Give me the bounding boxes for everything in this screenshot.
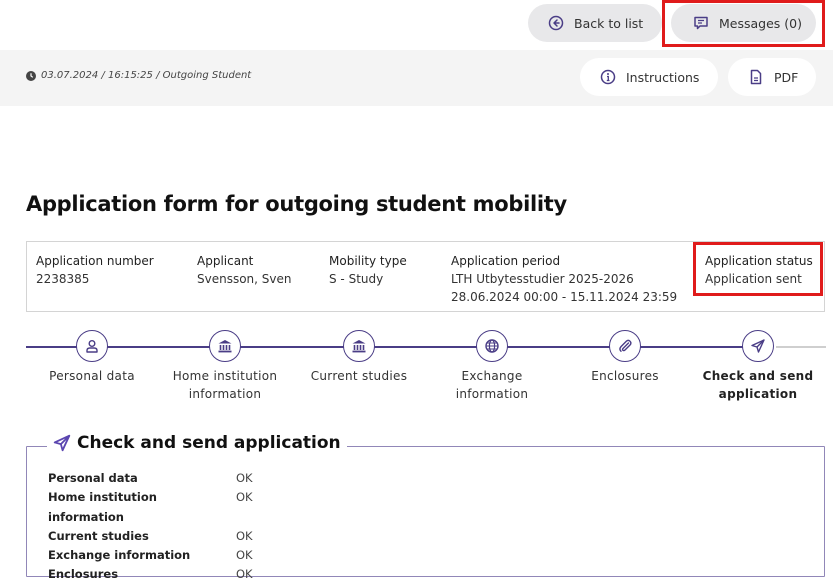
info-icon (600, 69, 616, 85)
step-home-institution[interactable]: Home institution information (155, 330, 295, 403)
summary-status: OK (236, 528, 253, 543)
paperclip-icon (609, 330, 641, 362)
applicant-value: Svensson, Sven (197, 272, 292, 286)
back-to-list-label: Back to list (574, 15, 644, 31)
globe-icon (476, 330, 508, 362)
step-label: Enclosures (591, 369, 659, 383)
messages-button[interactable]: Messages (0) (671, 4, 816, 42)
send-icon (53, 434, 71, 452)
document-icon (748, 69, 764, 85)
summary-row: Exchange information OK (48, 546, 253, 565)
application-meta: 03.07.2024 / 16:15:25 / Outgoing Student (26, 70, 251, 81)
application-status-value: Application sent (705, 272, 802, 286)
applicant-field: Applicant Svensson, Sven (197, 252, 292, 288)
messages-label: Messages (0) (719, 15, 802, 31)
institution-icon (343, 330, 375, 362)
application-period-dates: 28.06.2024 00:00 - 15.11.2024 23:59 (451, 290, 678, 304)
summary-status: OK (236, 548, 253, 563)
summary-row: Enclosures OK (48, 565, 253, 584)
application-period-name: LTH Utbytesstudier 2025-2026 (451, 272, 634, 286)
application-number-value: 2238385 (36, 272, 90, 286)
progress-stepper: Personal data Home institution informatio… (26, 330, 826, 410)
summary-status: OK (236, 471, 253, 485)
step-label: Personal data (49, 369, 135, 383)
pdf-button[interactable]: PDF (728, 58, 816, 96)
user-icon (76, 330, 108, 362)
application-status-field: Application status Application sent (705, 252, 813, 288)
application-number-label: Application number (36, 254, 154, 268)
send-icon (742, 330, 774, 362)
clock-icon (26, 70, 36, 81)
page-title: Application form for outgoing student mo… (26, 192, 567, 216)
arrow-left-circle-icon (548, 15, 564, 31)
summary-list: Personal data OK Home institution informa… (48, 469, 253, 585)
step-current-studies[interactable]: Current studies (289, 330, 429, 385)
back-to-list-button[interactable]: Back to list (528, 4, 662, 42)
step-check-and-send[interactable]: Check and send application (688, 330, 828, 403)
application-info-box: Application number 2238385 Applicant Sve… (26, 241, 825, 312)
summary-row: Personal data OK (48, 469, 253, 488)
step-label: Current studies (310, 369, 408, 383)
application-period-field: Application period LTH Utbytesstudier 20… (451, 252, 677, 306)
summary-row: Current studies OK (48, 527, 253, 546)
application-number-field: Application number 2238385 (36, 252, 154, 288)
instructions-button[interactable]: Instructions (580, 58, 718, 96)
step-label: Exchange information (455, 369, 529, 401)
step-personal-data[interactable]: Personal data (22, 330, 162, 385)
application-period-label: Application period (451, 254, 561, 268)
message-icon (693, 15, 709, 31)
check-and-send-section: Check and send application Personal data… (26, 433, 825, 581)
institution-icon (209, 330, 241, 362)
section-title: Check and send application (47, 433, 347, 453)
applicant-label: Applicant (197, 254, 254, 268)
mobility-type-value: S - Study (329, 272, 384, 286)
step-exchange-information[interactable]: Exchange information (422, 330, 562, 403)
step-label: Check and send application (702, 369, 814, 401)
section-title-text: Check and send application (77, 433, 341, 453)
top-bar: Back to list Messages (0) (0, 0, 833, 48)
pdf-label: PDF (774, 69, 799, 85)
application-status-label: Application status (705, 254, 813, 268)
summary-status: OK (236, 567, 253, 582)
summary-status: OK (236, 490, 253, 505)
step-label: Home institution information (172, 369, 278, 401)
mobility-type-label: Mobility type (329, 254, 407, 268)
summary-row: Home institution information OK (48, 488, 253, 527)
sub-header: 03.07.2024 / 16:15:25 / Outgoing Student… (0, 50, 833, 106)
step-enclosures[interactable]: Enclosures (555, 330, 695, 385)
instructions-label: Instructions (626, 69, 700, 85)
meta-text: 03.07.2024 / 16:15:25 / Outgoing Student (41, 70, 252, 81)
mobility-type-field: Mobility type S - Study (329, 252, 407, 288)
